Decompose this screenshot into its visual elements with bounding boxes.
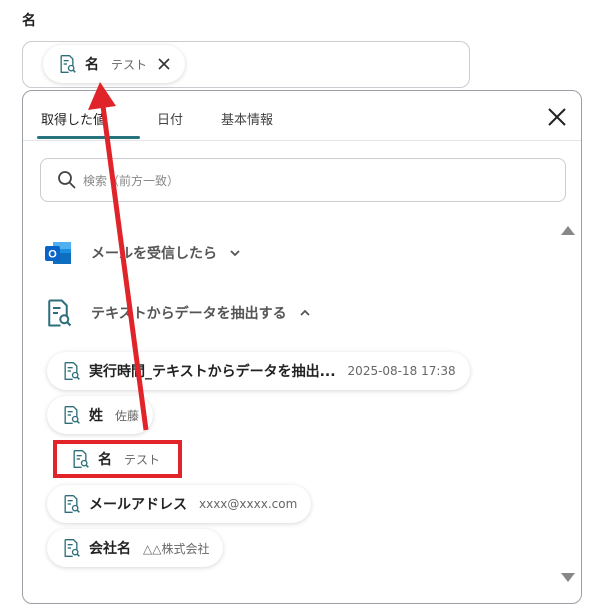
tab-fetched-values[interactable]: 取得した値 — [41, 109, 106, 128]
item-name: 会社名 — [89, 541, 131, 557]
section-mail-received[interactable]: O メールを受信したら — [43, 239, 241, 267]
scroll-up-arrow[interactable] — [561, 226, 575, 235]
search-icon — [58, 171, 76, 189]
list-item[interactable]: 姓 佐藤 — [47, 396, 154, 434]
chevron-down-icon[interactable] — [229, 247, 241, 259]
remove-chip-icon[interactable] — [157, 57, 171, 71]
item-value: △△株式会社 — [143, 541, 210, 556]
document-search-icon — [61, 538, 81, 558]
item-name: 姓 — [89, 408, 103, 424]
item-name: メールアドレス — [89, 497, 187, 513]
chip-value: テスト — [111, 57, 148, 72]
item-value: 2025-08-18 17:38 — [347, 364, 456, 378]
list-item[interactable]: メールアドレス xxxx@xxxx.com — [47, 485, 312, 523]
chip-name: 名 — [85, 57, 99, 73]
document-search-icon — [61, 361, 81, 381]
document-search-icon — [43, 298, 73, 328]
list-item[interactable]: 会社名 △△株式会社 — [47, 529, 224, 567]
field-label: 名 — [22, 13, 36, 29]
section-title: テキストからデータを抽出する — [91, 306, 287, 322]
svg-text:O: O — [48, 249, 57, 261]
outlook-icon: O — [45, 242, 71, 264]
annotation-highlight-box — [53, 440, 182, 478]
tab-date[interactable]: 日付 — [157, 109, 183, 128]
list-item[interactable]: 実行時間_テキストからデータを抽出... 2025-08-18 17:38 — [47, 352, 470, 390]
item-name: 実行時間_テキストからデータを抽出... — [89, 364, 336, 380]
section-extract-data[interactable]: テキストからデータを抽出する — [43, 298, 311, 328]
section-title: メールを受信したら — [91, 246, 217, 262]
document-search-icon — [61, 405, 81, 425]
item-value: 佐藤 — [115, 408, 140, 423]
selected-variable-chip[interactable]: 名 テスト — [43, 45, 186, 83]
tab-bar: 取得した値 日付 基本情報 — [23, 91, 581, 141]
document-search-icon — [61, 494, 81, 514]
search-placeholder: 検索（前方一致） — [83, 173, 180, 188]
tab-basic-info[interactable]: 基本情報 — [221, 109, 273, 128]
variable-picker-panel: 取得した値 日付 基本情報 検索（前方一致） O メールを受信したら テキストか… — [22, 90, 582, 604]
active-tab-indicator — [37, 136, 140, 139]
close-icon[interactable] — [547, 107, 567, 127]
search-input[interactable]: 検索（前方一致） — [40, 158, 566, 202]
chevron-up-icon[interactable] — [299, 307, 311, 319]
item-value: xxxx@xxxx.com — [199, 497, 298, 511]
document-search-icon — [57, 54, 77, 74]
scroll-down-arrow[interactable] — [561, 573, 575, 582]
